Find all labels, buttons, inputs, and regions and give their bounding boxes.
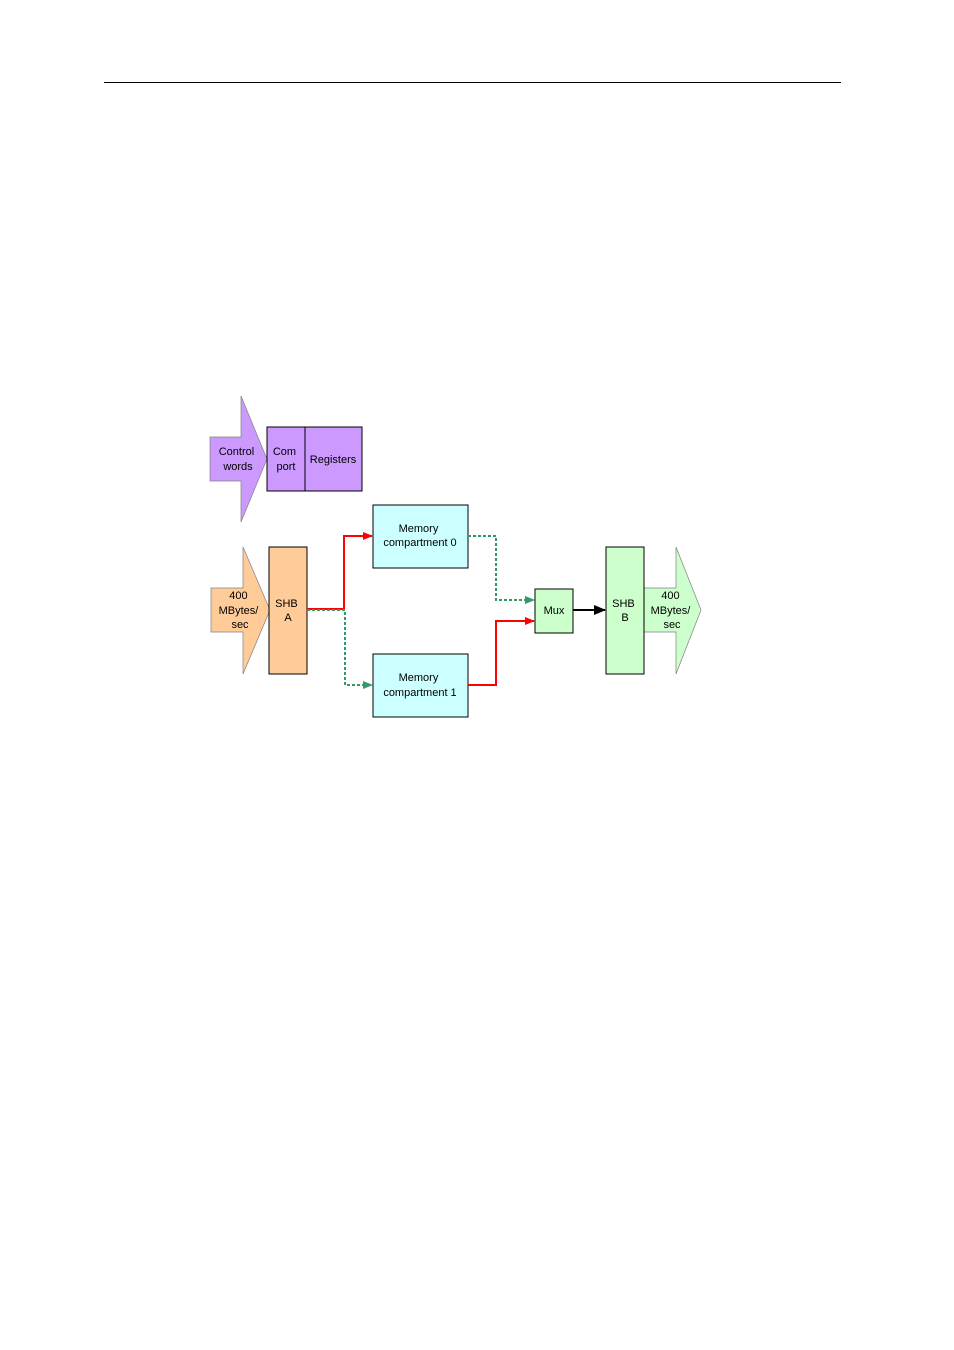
- control-words-arrow: Control words: [209, 395, 268, 523]
- mux-label: Mux: [544, 605, 565, 617]
- connector-shba-to-mem1: [307, 609, 373, 689]
- memory-compartment-0: Memory compartment 0: [372, 504, 469, 569]
- memory-compartment-1: Memory compartment 1: [372, 653, 469, 718]
- registers-block: Registers: [304, 426, 363, 492]
- block-diagram: Control words Com port Registers 400 MBy…: [209, 395, 702, 718]
- connector-mem0-to-mux: [468, 535, 535, 604]
- output-bandwidth-arrow: 400 MBytes/ sec: [643, 546, 702, 675]
- mux-block: Mux: [534, 588, 574, 634]
- registers-label: Registers: [310, 454, 357, 466]
- input-bandwidth-arrow: 400 MBytes/ sec: [210, 546, 271, 675]
- com-port-block: Com port: [266, 426, 306, 492]
- connector-shba-to-mem0: [307, 532, 373, 610]
- connector-mem1-to-mux: [468, 617, 535, 686]
- shb-b-block: SHB B: [605, 546, 645, 675]
- shb-a-block: SHB A: [268, 546, 308, 675]
